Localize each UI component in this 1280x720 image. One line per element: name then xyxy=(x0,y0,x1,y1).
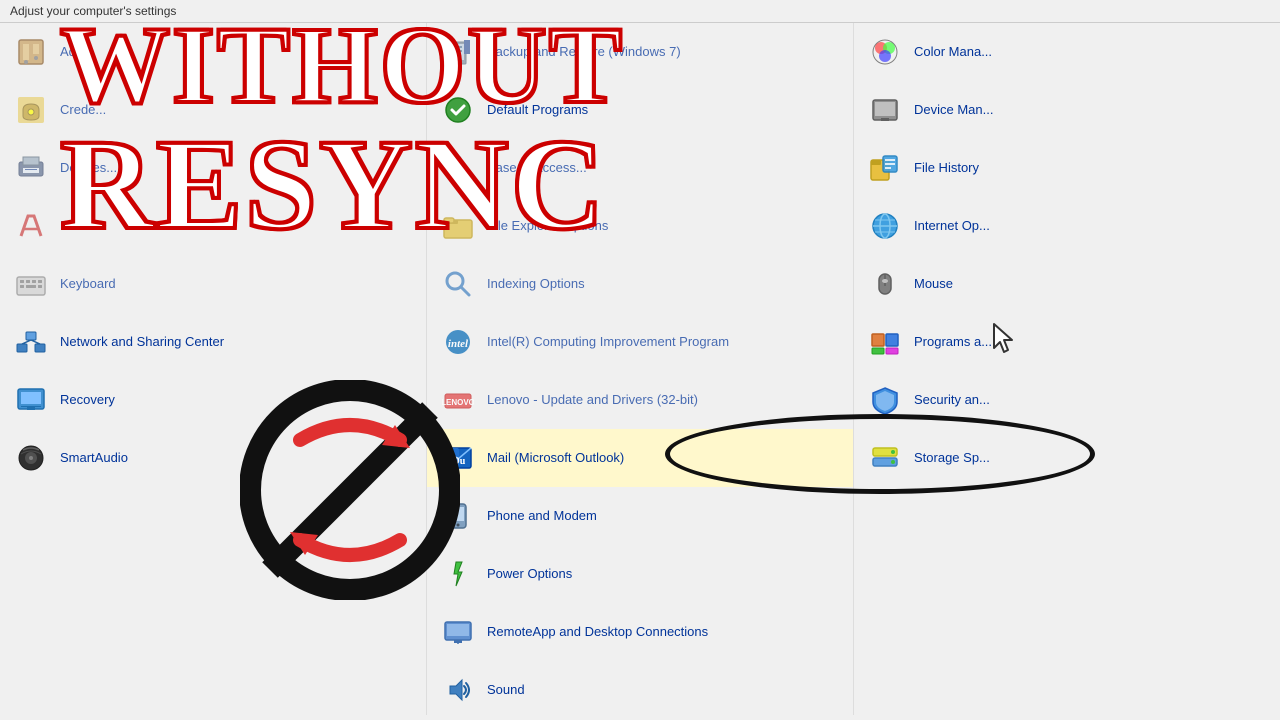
mail-outlook-label: Mail (Microsoft Outlook) xyxy=(487,450,624,467)
keyboard-label: Keyboard xyxy=(60,276,116,293)
color-management-label: Color Mana... xyxy=(914,44,992,61)
devices-printers-icon xyxy=(12,149,50,187)
remoteapp-label: RemoteApp and Desktop Connections xyxy=(487,624,708,641)
cp-item-administrative-tools[interactable]: Ad... xyxy=(0,23,426,81)
cp-item-ease-access[interactable]: Ease of Access... xyxy=(427,139,853,197)
cp-item-intel[interactable]: intel Intel(R) Computing Improvement Pro… xyxy=(427,313,853,371)
cp-item-keyboard[interactable]: Keyboard xyxy=(0,255,426,313)
file-history-label: File History xyxy=(914,160,979,177)
credential-manager-label: Crede... xyxy=(60,102,106,119)
svg-text:intel: intel xyxy=(448,338,469,350)
cp-item-default-programs[interactable]: Default Programs xyxy=(427,81,853,139)
cp-item-storage-spaces[interactable]: Storage Sp... xyxy=(854,429,1280,487)
items-container: Ad... Crede... xyxy=(0,23,1280,715)
cp-item-color-management[interactable]: Color Mana... xyxy=(854,23,1280,81)
administrative-tools-label: Ad... xyxy=(60,44,87,61)
device-manager-label: Device Man... xyxy=(914,102,993,119)
cp-item-file-explorer[interactable]: File Explorer Options xyxy=(427,197,853,255)
intel-icon: intel xyxy=(439,323,477,361)
phone-modem-label: Phone and Modem xyxy=(487,508,597,525)
power-options-label: Power Options xyxy=(487,566,572,583)
sound-icon xyxy=(439,671,477,709)
fonts-label: Fonts xyxy=(60,218,93,235)
programs-features-label: Programs a... xyxy=(914,334,992,351)
programs-features-icon xyxy=(866,323,904,361)
smartaudio-label: SmartAudio xyxy=(60,450,128,467)
cp-item-devices-printers[interactable]: Devices... xyxy=(0,139,426,197)
remoteapp-icon xyxy=(439,613,477,651)
header-title: Adjust your computer's settings xyxy=(10,4,176,18)
cp-item-security[interactable]: Security an... xyxy=(854,371,1280,429)
column-1: Ad... Crede... xyxy=(0,23,427,715)
cp-item-backup-restore[interactable]: Backup and Restore (Windows 7) xyxy=(427,23,853,81)
svg-text:LENOVO: LENOVO xyxy=(442,398,474,407)
ease-access-label: Ease of Access... xyxy=(487,160,587,177)
internet-options-label: Internet Op... xyxy=(914,218,990,235)
file-explorer-label: File Explorer Options xyxy=(487,218,608,235)
cp-item-device-manager[interactable]: Device Man... xyxy=(854,81,1280,139)
security-label: Security an... xyxy=(914,392,990,409)
indexing-icon xyxy=(439,265,477,303)
backup-restore-label: Backup and Restore (Windows 7) xyxy=(487,44,681,61)
network-sharing-icon xyxy=(12,323,50,361)
cp-item-sound[interactable]: Sound xyxy=(427,661,853,715)
storage-spaces-label: Storage Sp... xyxy=(914,450,990,467)
cp-item-internet-options[interactable]: Internet Op... xyxy=(854,197,1280,255)
recovery-icon xyxy=(12,381,50,419)
svg-text:Ou: Ou xyxy=(452,456,466,467)
storage-spaces-icon xyxy=(866,439,904,477)
cp-item-network-sharing[interactable]: Network and Sharing Center xyxy=(0,313,426,371)
color-management-icon xyxy=(866,33,904,71)
cp-item-lenovo[interactable]: LENOVO Lenovo - Update and Drivers (32-b… xyxy=(427,371,853,429)
sound-label: Sound xyxy=(487,682,525,699)
file-history-icon xyxy=(866,149,904,187)
administrative-tools-icon xyxy=(12,33,50,71)
mail-outlook-icon: Ou xyxy=(439,439,477,477)
cp-item-credential-manager[interactable]: Crede... xyxy=(0,81,426,139)
cp-item-phone-modem[interactable]: Phone and Modem xyxy=(427,487,853,545)
cp-item-recovery[interactable]: Recovery xyxy=(0,371,426,429)
cp-item-power-options[interactable]: Power Options xyxy=(427,545,853,603)
file-explorer-icon xyxy=(439,207,477,245)
lenovo-icon: LENOVO xyxy=(439,381,477,419)
cp-item-remoteapp[interactable]: RemoteApp and Desktop Connections xyxy=(427,603,853,661)
mouse-icon xyxy=(866,265,904,303)
phone-modem-icon xyxy=(439,497,477,535)
cp-item-mail-outlook[interactable]: Ou Mail (Microsoft Outlook) xyxy=(427,429,853,487)
column-3: Color Mana... Device Man... xyxy=(854,23,1280,715)
lenovo-label: Lenovo - Update and Drivers (32-bit) xyxy=(487,392,698,409)
column-2: Backup and Restore (Windows 7) Default P… xyxy=(427,23,854,715)
indexing-label: Indexing Options xyxy=(487,276,585,293)
mouse-label: Mouse xyxy=(914,276,953,293)
internet-options-icon xyxy=(866,207,904,245)
recovery-label: Recovery xyxy=(60,392,115,409)
cp-item-programs-features[interactable]: Programs a... xyxy=(854,313,1280,371)
control-panel: Adjust your computer's settings Ad... xyxy=(0,0,1280,720)
cp-item-smartaudio[interactable]: SmartAudio xyxy=(0,429,426,487)
security-icon xyxy=(866,381,904,419)
keyboard-icon xyxy=(12,265,50,303)
smartaudio-icon xyxy=(12,439,50,477)
default-programs-icon xyxy=(439,91,477,129)
backup-restore-icon xyxy=(439,33,477,71)
credential-manager-icon xyxy=(12,91,50,129)
intel-label: Intel(R) Computing Improvement Program xyxy=(487,334,729,351)
network-sharing-label: Network and Sharing Center xyxy=(60,334,224,351)
devices-printers-label: Devices... xyxy=(60,160,117,177)
cp-item-mouse[interactable]: Mouse xyxy=(854,255,1280,313)
power-options-icon xyxy=(439,555,477,593)
device-manager-icon xyxy=(866,91,904,129)
cp-item-indexing[interactable]: Indexing Options xyxy=(427,255,853,313)
cp-item-fonts[interactable]: Fonts xyxy=(0,197,426,255)
cp-item-file-history[interactable]: File History xyxy=(854,139,1280,197)
ease-access-icon xyxy=(439,149,477,187)
default-programs-label: Default Programs xyxy=(487,102,588,119)
header-bar: Adjust your computer's settings xyxy=(0,0,1280,23)
fonts-icon xyxy=(12,207,50,245)
